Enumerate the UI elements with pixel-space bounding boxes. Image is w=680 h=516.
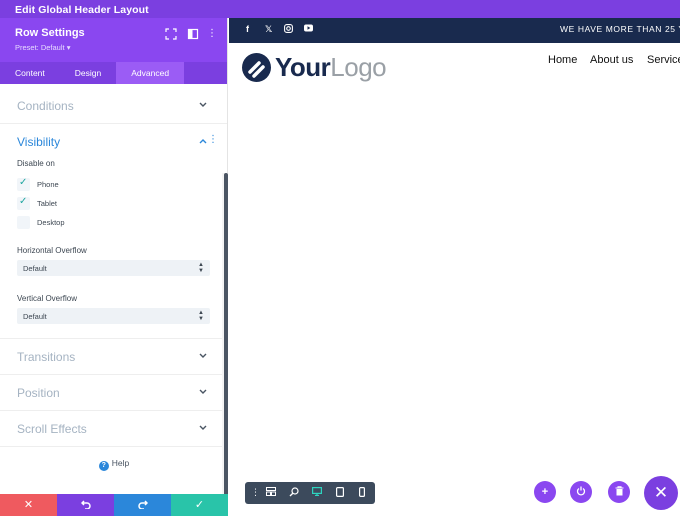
tab-design[interactable]: Design [60,62,116,84]
logo-icon[interactable] [242,53,271,82]
tab-advanced[interactable]: Advanced [116,62,185,84]
section-visibility-header[interactable]: Visibility ⋮ [0,124,227,159]
wireframe-icon[interactable] [266,487,276,498]
announcement-text: WE HAVE MORE THAN 25 YEA [560,24,680,34]
select-arrows-icon: ▲ ▼ [198,262,204,274]
trash-icon [615,486,624,498]
check-icon: ✓ [19,177,28,188]
section-transitions[interactable]: Transitions [0,339,227,375]
page-preview: f 𝕏 WE HAVE MORE THAN 25 YEA YourLogo Ho… [229,18,680,516]
expand-icon[interactable] [165,28,177,40]
section-conditions[interactable]: Conditions [0,88,227,124]
tablet-view-icon[interactable] [336,487,345,499]
nav-item-service[interactable]: Service [647,54,680,66]
undo-icon [80,499,91,511]
window-title: Edit Global Header Layout [0,0,680,18]
site-logo[interactable]: YourLogo [275,52,387,83]
x-icon[interactable]: 𝕏 [265,24,272,35]
redo-button[interactable] [114,494,171,516]
section-scroll-effects[interactable]: Scroll Effects [0,411,227,447]
checkbox-tablet-label: Tablet [37,199,58,208]
zoom-icon[interactable] [289,487,299,499]
builder-view-toolbar: ⋮ [245,482,375,504]
section-conditions-title: Conditions [17,99,74,113]
help-icon: ? [98,461,109,471]
tab-content[interactable]: Content [0,62,60,84]
help-label: Help [111,458,130,468]
youtube-icon[interactable] [304,24,313,34]
site-header: YourLogo Home About us Service [229,43,680,93]
facebook-icon[interactable]: f [246,24,249,34]
panel-title: Row Settings [15,27,85,39]
vertical-overflow-label: Vertical Overflow [17,294,78,303]
more-options-icon[interactable]: ⋮ [251,487,260,498]
section-visibility: Visibility ⋮ Disable on ✓ Phone ✓ Tablet… [0,124,227,339]
preset-dropdown[interactable]: Preset: Default ▾ [15,43,70,52]
more-options-icon[interactable]: ⋮ [206,28,218,40]
save-button[interactable]: ✓ [171,494,228,516]
plus-icon: + [541,486,549,498]
chevron-down-icon [199,423,207,433]
discard-button[interactable]: ✕ [0,494,57,516]
chevron-down-icon [199,387,207,397]
section-transitions-title: Transitions [17,350,76,364]
close-icon: ✕ [23,499,34,511]
close-icon: ✕ [653,483,669,502]
checkbox-desktop[interactable]: Desktop [17,213,210,232]
horizontal-overflow-label: Horizontal Overflow [17,246,87,255]
horizontal-overflow-select[interactable]: Default ▲ ▼ [17,260,210,276]
add-button[interactable]: + [534,481,556,503]
delete-button[interactable] [608,481,630,503]
vertical-overflow-select[interactable]: Default ▲ ▼ [17,308,210,324]
section-position-title: Position [17,386,60,400]
chevron-down-icon [199,100,207,110]
help-link[interactable]: ? Help [0,458,228,471]
preview-top-bar: f 𝕏 WE HAVE MORE THAN 25 YEA [229,18,680,43]
logo-text-light: Logo [330,52,387,82]
check-icon: ✓ [19,196,28,207]
power-icon [576,486,586,498]
section-visibility-title: Visibility [17,135,61,149]
check-icon: ✓ [194,499,205,511]
undo-button[interactable] [57,494,114,516]
nav-item-about[interactable]: About us [590,54,633,66]
section-options-icon[interactable]: ⋮ [208,134,218,145]
checkbox-phone[interactable]: ✓ Phone [17,175,210,194]
desktop-view-icon[interactable] [312,487,323,498]
scrollbar-thumb[interactable] [224,173,228,511]
panel-header: Row Settings Preset: Default ▾ ⋮ [0,18,227,62]
portability-button[interactable] [570,481,592,503]
logo-text-bold: Your [275,52,331,82]
row-settings-panel: Row Settings Preset: Default ▾ ⋮ Content… [0,18,228,516]
chevron-down-icon [199,351,207,361]
chevron-up-icon[interactable] [199,136,207,146]
checkbox-desktop-label: Desktop [37,218,65,227]
split-view-icon[interactable] [187,28,199,40]
panel-action-bar: ✕ ✓ [0,494,228,516]
panel-tabs: Content Design Advanced [0,62,227,84]
section-position[interactable]: Position [0,375,227,411]
section-scroll-effects-title: Scroll Effects [17,422,87,436]
nav-item-home[interactable]: Home [548,54,577,66]
horizontal-overflow-value: Default [23,264,47,273]
vertical-overflow-value: Default [23,312,47,321]
disable-on-label: Disable on [17,159,55,168]
redo-icon [137,499,148,511]
checkbox-phone-label: Phone [37,180,59,189]
checkbox-tablet[interactable]: ✓ Tablet [17,194,210,213]
close-builder-button[interactable]: ✕ [644,476,678,510]
instagram-icon[interactable] [284,24,293,35]
select-arrows-icon: ▲ ▼ [198,310,204,322]
phone-view-icon[interactable] [359,487,366,499]
